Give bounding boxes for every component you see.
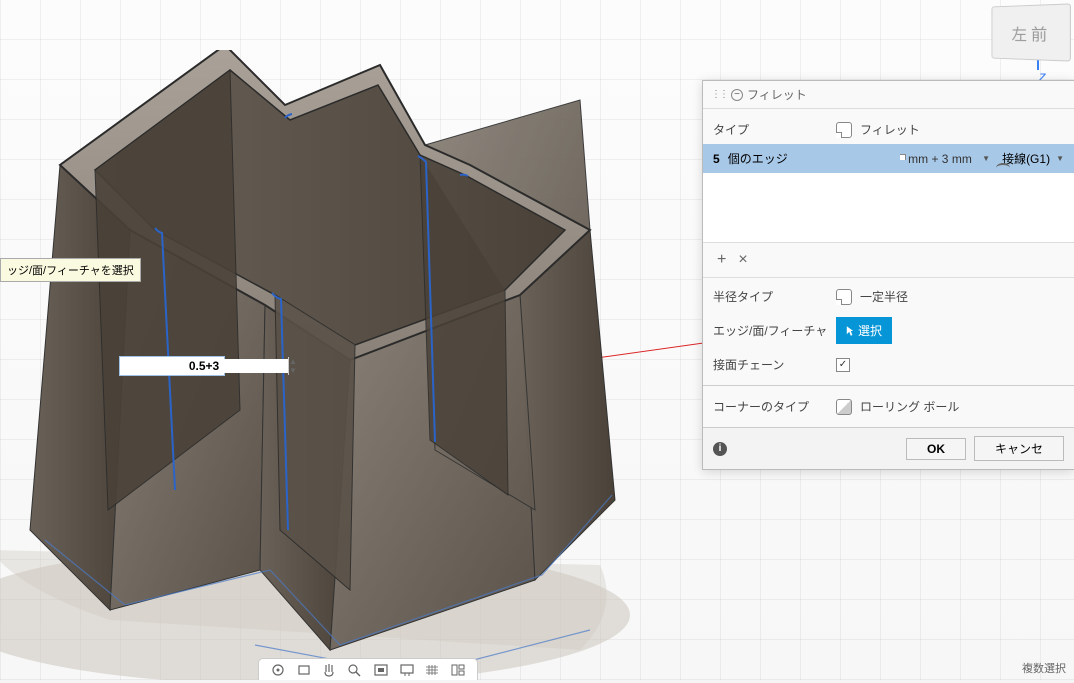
edge-select-label: エッジ/面/フィーチャ — [713, 322, 828, 339]
look-at-icon[interactable] — [295, 663, 313, 677]
type-label: タイプ — [713, 121, 828, 138]
drag-handle-icon[interactable]: ⋮⋮ — [711, 89, 727, 100]
panel-title: フィレット — [747, 86, 807, 103]
row-corner-type: コーナーのタイプ ローリング ボール — [713, 392, 1064, 421]
radius-caret-icon[interactable]: ▼ — [982, 154, 990, 163]
edge-selection-row[interactable]: 5 個のエッジ ▼ 接線(G1) ▼ — [703, 144, 1074, 173]
fit-icon[interactable] — [372, 663, 390, 677]
view-cube-face-left[interactable]: 左 — [1012, 21, 1027, 45]
radius-icon — [900, 158, 902, 160]
display-settings-icon[interactable] — [398, 663, 416, 677]
fillet-properties-panel: ⋮⋮ − フィレット タイプ フィレット 5 個のエッジ ▼ 接線(G1) ▼ … — [702, 80, 1074, 470]
select-button[interactable]: 選択 — [836, 317, 892, 344]
rolling-ball-icon — [836, 399, 852, 415]
dimension-stepper-icon[interactable]: ▲▼ — [288, 357, 297, 375]
remove-edge-icon[interactable]: × — [738, 251, 747, 269]
tangent-caret-icon[interactable]: ▼ — [1056, 154, 1064, 163]
grid-icon[interactable] — [423, 663, 441, 677]
edge-list-area[interactable] — [703, 173, 1074, 243]
view-cube[interactable]: 左 前 — [991, 3, 1070, 61]
edge-list-actions: + × — [703, 243, 1074, 278]
panel-footer: i OK キャンセ — [703, 427, 1074, 469]
panel-header[interactable]: ⋮⋮ − フィレット — [703, 81, 1074, 109]
cursor-icon — [846, 325, 854, 337]
constant-radius-icon — [836, 289, 852, 305]
radius-type-value[interactable]: 一定半径 — [860, 288, 1064, 305]
corner-type-value[interactable]: ローリング ボール — [860, 398, 1064, 415]
selection-tooltip: ッジ/面/フィーチャを選択 — [0, 258, 141, 282]
view-cube-face-front[interactable]: 前 — [1031, 20, 1047, 45]
info-icon[interactable]: i — [713, 442, 727, 456]
fillet-type-icon — [836, 122, 852, 138]
orbit-icon[interactable] — [269, 663, 287, 677]
dimension-input-box[interactable]: ▲▼ — [119, 356, 225, 376]
radius-value-input[interactable] — [908, 152, 976, 166]
row-tangent-chain: 接面チェーン ✓ — [713, 350, 1064, 379]
add-edge-icon[interactable]: + — [717, 251, 726, 269]
collapse-icon[interactable]: − — [731, 89, 743, 101]
select-button-label: 選択 — [858, 322, 882, 339]
cancel-button[interactable]: キャンセ — [974, 436, 1064, 461]
row-edge-select: エッジ/面/フィーチャ 選択 — [713, 311, 1064, 350]
row-radius-type: 半径タイプ 一定半径 — [713, 282, 1064, 311]
zoom-icon[interactable] — [346, 663, 364, 677]
dimension-input[interactable] — [120, 359, 288, 373]
type-value[interactable]: フィレット — [860, 121, 1064, 138]
pan-icon[interactable] — [320, 663, 338, 677]
tooltip-text: ッジ/面/フィーチャを選択 — [7, 265, 134, 277]
viewport-layout-icon[interactable] — [449, 663, 467, 677]
radius-type-label: 半径タイプ — [713, 288, 828, 305]
status-text: 複数選択 — [1022, 660, 1066, 676]
ok-button[interactable]: OK — [906, 438, 966, 460]
edge-count-label: 個のエッジ — [728, 150, 788, 167]
corner-type-label: コーナーのタイプ — [713, 398, 828, 415]
tangent-chain-checkbox[interactable]: ✓ — [836, 358, 850, 372]
tangent-value[interactable]: 接線(G1) — [1002, 150, 1050, 167]
edge-count: 5 — [713, 152, 720, 166]
tangent-chain-label: 接面チェーン — [713, 356, 828, 373]
row-type: タイプ フィレット — [713, 115, 1064, 144]
navigation-toolbar — [258, 658, 478, 680]
model-star-extrusion[interactable] — [0, 50, 660, 680]
